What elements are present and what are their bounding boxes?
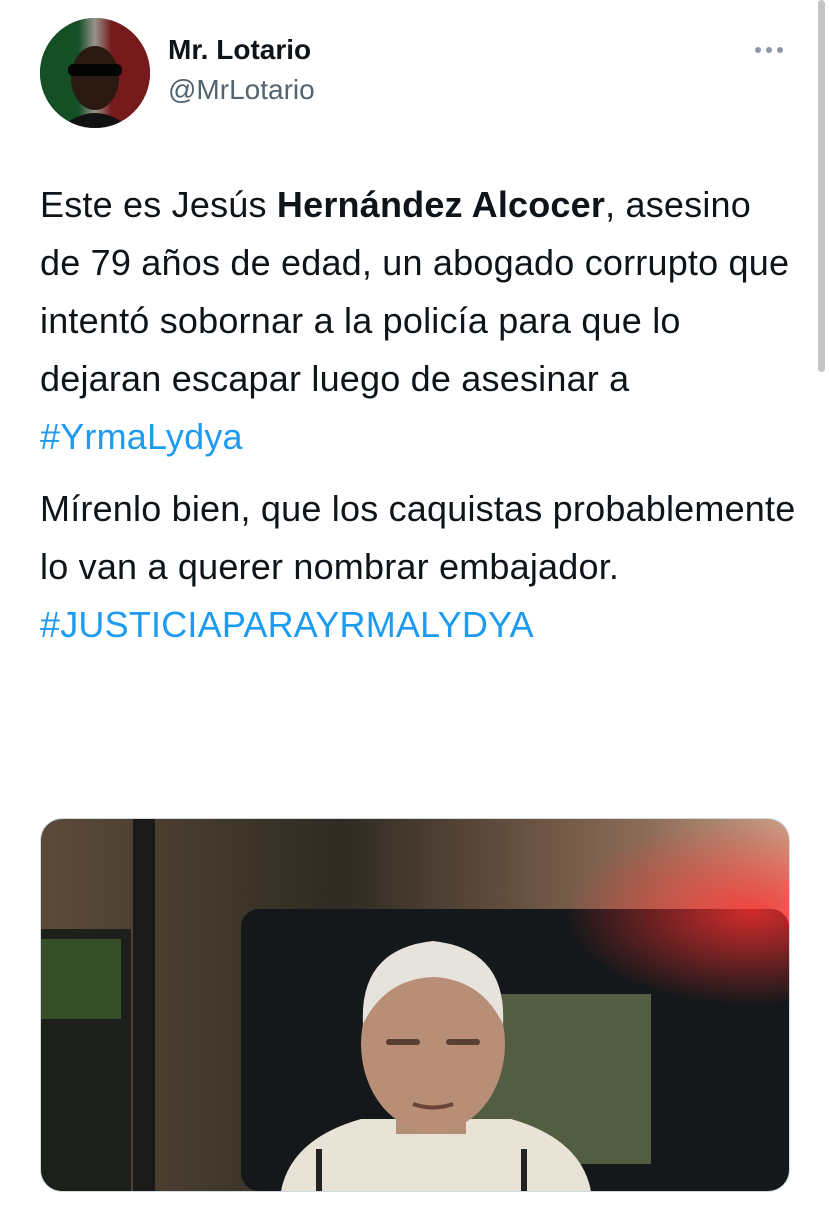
- tweet-text-part: Mírenlo bien, que los caquistas probable…: [40, 488, 796, 587]
- scrollbar[interactable]: [818, 0, 825, 372]
- tweet-paragraph-2: Mírenlo bien, que los caquistas probable…: [40, 480, 800, 654]
- hashtag-link-justiciaparayrmalydya[interactable]: #JUSTICIAPARAYRMALYDYA: [40, 604, 534, 645]
- tweet-text: Este es Jesús Hernández Alcocer, asesino…: [40, 176, 800, 654]
- hashtag-link-yrmalydya[interactable]: #YrmaLydya: [40, 416, 243, 457]
- avatar[interactable]: [40, 18, 150, 128]
- tweet-text-part: Este es Jesús: [40, 184, 277, 225]
- tweet-paragraph-1: Este es Jesús Hernández Alcocer, asesino…: [40, 176, 800, 466]
- tweet-media-photo[interactable]: [40, 818, 790, 1192]
- tweet-bold-name: Hernández Alcocer: [276, 184, 606, 225]
- author-names: Mr. Lotario @MrLotario: [168, 32, 315, 108]
- tweet-header: Mr. Lotario @MrLotario: [40, 18, 800, 128]
- user-handle[interactable]: @MrLotario: [168, 72, 315, 108]
- display-name[interactable]: Mr. Lotario: [168, 32, 315, 68]
- more-options-icon[interactable]: [752, 40, 786, 60]
